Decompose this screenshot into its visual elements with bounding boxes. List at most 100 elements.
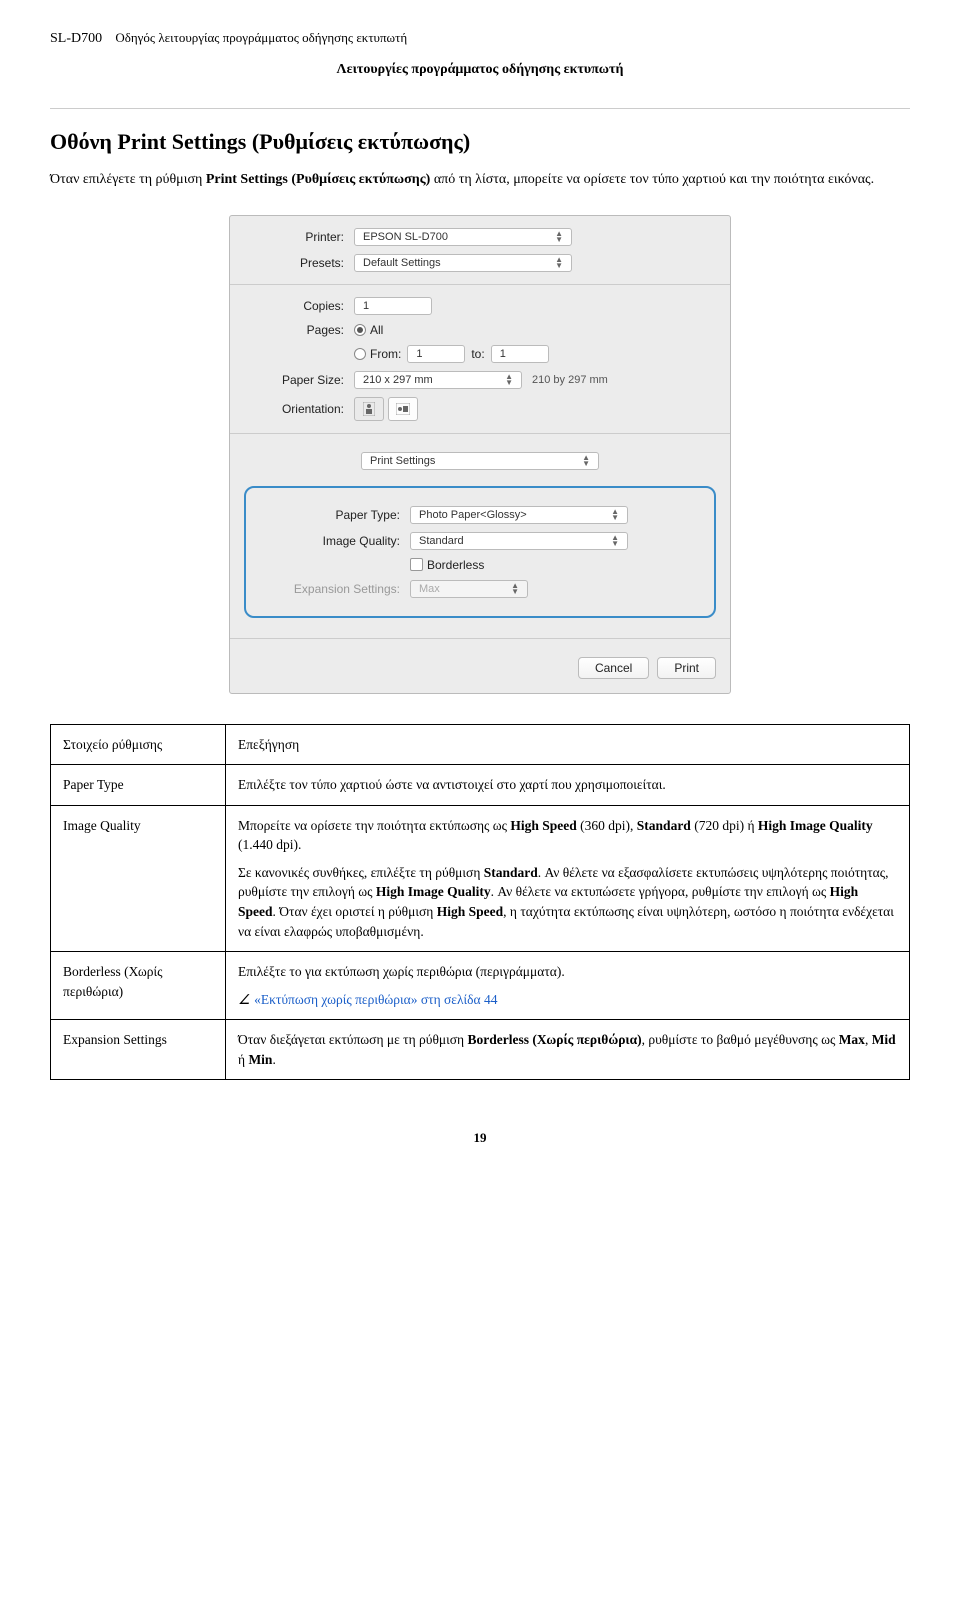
header-subtitle: Λειτουργίες προγράμματος οδήγησης εκτυπω… [50, 62, 910, 78]
papertype-label: Paper Type: [250, 508, 410, 522]
screenshot-wrap: Printer: EPSON SL-D700 ▲▼ Presets: Defau… [50, 215, 910, 694]
iq-p2-m3: . Όταν έχει οριστεί η ρύθμιση [273, 904, 437, 919]
pages-all-radio[interactable] [354, 324, 366, 336]
borderless-checkbox[interactable] [410, 558, 423, 571]
orientation-landscape-button[interactable] [388, 397, 418, 421]
imagequality-select[interactable]: Standard ▲▼ [410, 532, 628, 550]
iq-p1-pre: Μπορείτε να ορίσετε την ποιότητα εκτύπωσ… [238, 818, 510, 833]
pages-label: Pages: [244, 323, 354, 337]
settings-table: Στοιχείο ρύθμισης Επεξήγηση Paper Type Ε… [50, 724, 910, 1081]
exp-max: Max [839, 1032, 865, 1047]
papertype-value: Photo Paper<Glossy> [419, 509, 527, 521]
product-name: SL-D700 [50, 31, 102, 46]
papersize-value: 210 x 297 mm [363, 374, 433, 386]
intro-paragraph: Όταν επιλέγετε τη ρύθμιση Print Settings… [50, 170, 910, 190]
section-title: Οθόνη Print Settings (Ρυθμίσεις εκτύπωση… [50, 129, 910, 155]
orientation-label: Orientation: [244, 402, 354, 416]
copies-label: Copies: [244, 299, 354, 313]
copies-input[interactable]: 1 [354, 297, 432, 315]
row-borderless-desc: Επιλέξτε το για εκτύπωση χωρίς περιθώρια… [226, 952, 910, 1020]
iq-p2-b2: High Image Quality [376, 884, 491, 899]
row-expansion-desc: Όταν διεξάγεται εκτύπωση με τη ρύθμιση B… [226, 1020, 910, 1080]
updown-icon: ▲▼ [505, 374, 513, 385]
exp-post: . [272, 1052, 275, 1067]
portrait-person-icon [363, 402, 375, 416]
iq-p2-b4: High Speed [437, 904, 503, 919]
section-select[interactable]: Print Settings ▲▼ [361, 452, 599, 470]
row-borderless-label: Borderless (Χωρίς περιθώρια) [51, 952, 226, 1020]
pages-from-radio[interactable] [354, 348, 366, 360]
papersize-select[interactable]: 210 x 297 mm ▲▼ [354, 371, 522, 389]
updown-icon: ▲▼ [582, 455, 590, 466]
printer-value: EPSON SL-D700 [363, 231, 448, 243]
papertype-select[interactable]: Photo Paper<Glossy> ▲▼ [410, 506, 628, 524]
imagequality-label: Image Quality: [250, 534, 410, 548]
divider [50, 108, 910, 109]
table-header-desc: Επεξήγηση [226, 724, 910, 765]
pages-all-text: All [370, 323, 383, 337]
pages-to-value: 1 [500, 348, 506, 360]
print-button[interactable]: Print [657, 657, 716, 679]
cross-reference-icon: ∠ [238, 990, 250, 1010]
iq-p1-post: (1.440 dpi). [238, 837, 301, 852]
updown-icon: ▲▼ [555, 257, 563, 268]
row-imagequality-label: Image Quality [51, 805, 226, 951]
expansion-value: Max [419, 583, 440, 595]
updown-icon: ▲▼ [611, 535, 619, 546]
guide-title: Οδηγός λειτουργίας προγράμματος οδήγησης… [115, 30, 407, 45]
exp-min: Min [248, 1052, 272, 1067]
pages-from-input[interactable]: 1 [407, 345, 465, 363]
presets-label: Presets: [244, 256, 354, 270]
exp-midb: Mid [872, 1032, 896, 1047]
intro-bold: Print Settings (Ρυθμίσεις εκτύπωσης) [206, 172, 430, 187]
presets-value: Default Settings [363, 257, 441, 269]
borderless-desc-text: Επιλέξτε το για εκτύπωση χωρίς περιθώρια… [238, 962, 897, 982]
page-header: SL-D700 Οδηγός λειτουργίας προγράμματος … [50, 30, 910, 47]
updown-icon: ▲▼ [511, 583, 519, 594]
iq-p2-pre: Σε κανονικές συνθήκες, επιλέξτε τη ρύθμι… [238, 865, 484, 880]
landscape-person-icon [396, 403, 410, 415]
expansion-label: Expansion Settings: [250, 582, 410, 596]
imagequality-value: Standard [419, 535, 464, 547]
section-select-value: Print Settings [370, 455, 435, 467]
presets-select[interactable]: Default Settings ▲▼ [354, 254, 572, 272]
iq-p1-m2: (720 dpi) ή [691, 818, 758, 833]
exp-s2: ή [238, 1052, 248, 1067]
orientation-portrait-button[interactable] [354, 397, 384, 421]
intro-pre: Όταν επιλέγετε τη ρύθμιση [50, 172, 206, 187]
pages-to-input[interactable]: 1 [491, 345, 549, 363]
iq-p1-b1: High Speed [510, 818, 576, 833]
intro-post: από τη λίστα, μπορείτε να ορίσετε τον τύ… [430, 172, 874, 187]
expansion-select: Max ▲▼ [410, 580, 528, 598]
row-expansion-label: Expansion Settings [51, 1020, 226, 1080]
print-settings-highlight: Paper Type: Photo Paper<Glossy> ▲▼ Image… [244, 486, 716, 618]
exp-pre: Όταν διεξάγεται εκτύπωση με τη ρύθμιση [238, 1032, 468, 1047]
iq-p1-b2: Standard [637, 818, 691, 833]
row-imagequality-desc: Μπορείτε να ορίσετε την ποιότητα εκτύπωσ… [226, 805, 910, 951]
pages-to-label: to: [471, 347, 484, 361]
updown-icon: ▲▼ [555, 231, 563, 242]
exp-mid: , ρυθμίστε το βαθμό μεγέθυνσης ως [642, 1032, 839, 1047]
iq-p1-b3: High Image Quality [758, 818, 873, 833]
iq-p2-m2: . Αν θέλετε να εκτυπώσετε γρήγορα, ρυθμί… [491, 884, 830, 899]
copies-value: 1 [363, 300, 369, 312]
papersize-label: Paper Size: [244, 373, 354, 387]
row-papertype-desc: Επιλέξτε τον τύπο χαρτιού ώστε να αντιστ… [226, 765, 910, 806]
cancel-button[interactable]: Cancel [578, 657, 649, 679]
pages-from-label: From: [370, 347, 401, 361]
iq-p2-b1: Standard [484, 865, 538, 880]
updown-icon: ▲▼ [611, 509, 619, 520]
iq-p1-m1: (360 dpi), [577, 818, 637, 833]
printer-select[interactable]: EPSON SL-D700 ▲▼ [354, 228, 572, 246]
row-papertype-label: Paper Type [51, 765, 226, 806]
print-dialog: Printer: EPSON SL-D700 ▲▼ Presets: Defau… [229, 215, 731, 694]
borderless-label: Borderless [427, 558, 484, 572]
printer-label: Printer: [244, 230, 354, 244]
exp-s1: , [865, 1032, 872, 1047]
table-header-item: Στοιχείο ρύθμισης [51, 724, 226, 765]
exp-b1: Borderless (Χωρίς περιθώρια) [468, 1032, 642, 1047]
page-number: 19 [50, 1130, 910, 1146]
borderless-link[interactable]: «Εκτύπωση χωρίς περιθώρια» στη σελίδα 44 [254, 992, 497, 1007]
pages-from-value: 1 [416, 348, 422, 360]
papersize-note: 210 by 297 mm [532, 374, 608, 386]
